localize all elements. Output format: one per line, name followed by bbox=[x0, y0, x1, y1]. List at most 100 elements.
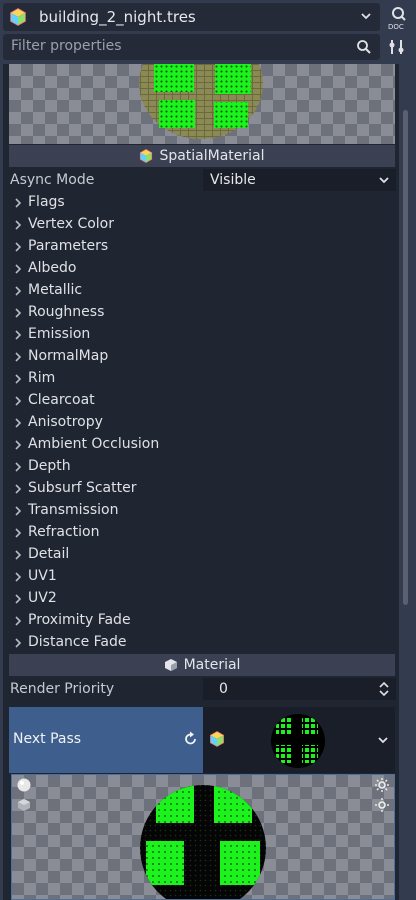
material-section-header: Material bbox=[9, 654, 395, 676]
chevron-right-icon bbox=[15, 594, 22, 604]
group-label: Clearcoat bbox=[28, 392, 95, 408]
group-transmission[interactable]: Transmission bbox=[3, 500, 399, 522]
section-title: Material bbox=[183, 657, 241, 673]
material-cube-icon bbox=[140, 149, 153, 163]
group-subsurf-scatter[interactable]: Subsurf Scatter bbox=[3, 478, 399, 500]
group-normalmap[interactable]: NormalMap bbox=[3, 346, 399, 368]
group-vertex-color[interactable]: Vertex Color bbox=[3, 214, 399, 236]
cube-shape-icon[interactable] bbox=[16, 797, 32, 813]
sphere-preview-image bbox=[139, 64, 263, 139]
async-mode-select[interactable]: Visible bbox=[203, 169, 396, 191]
resource-selector[interactable]: building_2_night.tres bbox=[3, 3, 380, 31]
async-mode-row: Async Mode Visible bbox=[3, 169, 399, 191]
chevron-down-icon bbox=[378, 737, 388, 744]
chevron-right-icon bbox=[15, 616, 22, 626]
next-pass-label-cell: Next Pass bbox=[9, 707, 203, 773]
tools-icon[interactable] bbox=[388, 38, 406, 56]
chevron-right-icon bbox=[15, 220, 22, 230]
light-2-toggle-icon[interactable] bbox=[374, 797, 390, 813]
chevron-right-icon bbox=[15, 286, 22, 296]
group-uv2[interactable]: UV2 bbox=[3, 588, 399, 610]
group-flags[interactable]: Flags bbox=[3, 192, 399, 214]
group-label: UV2 bbox=[28, 590, 57, 606]
next-pass-label: Next Pass bbox=[13, 731, 82, 747]
group-parameters[interactable]: Parameters bbox=[3, 236, 399, 258]
render-priority-label: Render Priority bbox=[10, 681, 115, 697]
chevron-right-icon bbox=[15, 550, 22, 560]
chevron-right-icon bbox=[15, 308, 22, 318]
group-refraction[interactable]: Refraction bbox=[3, 522, 399, 544]
revert-icon[interactable] bbox=[183, 731, 199, 747]
group-label: Metallic bbox=[28, 282, 83, 298]
group-label: Subsurf Scatter bbox=[28, 480, 137, 496]
chevron-right-icon bbox=[15, 440, 22, 450]
group-uv1[interactable]: UV1 bbox=[3, 566, 399, 588]
group-label: Detail bbox=[28, 546, 70, 562]
group-metallic[interactable]: Metallic bbox=[3, 280, 399, 302]
search-icon bbox=[357, 40, 371, 54]
chevron-right-icon bbox=[15, 506, 22, 516]
chevron-right-icon bbox=[15, 638, 22, 648]
material-cube-icon bbox=[10, 8, 26, 26]
spatialmaterial-section-header: SpatialMaterial bbox=[9, 145, 395, 167]
chevron-right-icon bbox=[15, 572, 22, 582]
chevron-right-icon bbox=[15, 352, 22, 362]
chevron-right-icon bbox=[15, 242, 22, 252]
group-albedo[interactable]: Albedo bbox=[3, 258, 399, 280]
next-pass-thumbnail bbox=[271, 714, 325, 768]
group-label: Transmission bbox=[28, 502, 119, 518]
doc-help-icon[interactable]: DOC bbox=[386, 5, 410, 31]
material-cube-icon bbox=[210, 731, 224, 747]
sphere-shape-icon[interactable] bbox=[16, 777, 32, 793]
inspector-toolbar: building_2_night.tres DOC Filter propert… bbox=[0, 0, 416, 64]
scrollbar-thumb[interactable] bbox=[403, 110, 408, 605]
chevron-right-icon bbox=[15, 374, 22, 384]
chevron-right-icon bbox=[15, 330, 22, 340]
material-preview-top bbox=[9, 64, 395, 144]
chevron-right-icon bbox=[15, 484, 22, 494]
async-mode-value: Visible bbox=[210, 172, 256, 188]
chevron-right-icon bbox=[15, 528, 22, 538]
group-proximity-fade[interactable]: Proximity Fade bbox=[3, 610, 399, 632]
material-icon bbox=[164, 659, 177, 671]
group-emission[interactable]: Emission bbox=[3, 324, 399, 346]
group-label: Proximity Fade bbox=[28, 612, 131, 628]
inspector-panel: SpatialMaterial Async Mode Visible Flags… bbox=[3, 64, 399, 900]
chevron-down-icon bbox=[361, 13, 371, 20]
group-label: Anisotropy bbox=[28, 414, 103, 430]
chevron-right-icon bbox=[15, 396, 22, 406]
group-label: NormalMap bbox=[28, 348, 109, 364]
group-depth[interactable]: Depth bbox=[3, 456, 399, 478]
filter-placeholder: Filter properties bbox=[11, 38, 122, 54]
group-label: Emission bbox=[28, 326, 91, 342]
group-label: Vertex Color bbox=[28, 216, 115, 232]
group-rim[interactable]: Rim bbox=[3, 368, 399, 390]
light-toggle-icon[interactable] bbox=[374, 777, 390, 793]
render-priority-row: Render Priority 0 bbox=[3, 678, 399, 700]
svg-text:DOC: DOC bbox=[388, 23, 404, 31]
group-label: Parameters bbox=[28, 238, 109, 254]
group-ambient-occlusion[interactable]: Ambient Occlusion bbox=[3, 434, 399, 456]
render-priority-value: 0 bbox=[219, 681, 228, 697]
filter-properties-input[interactable]: Filter properties bbox=[3, 34, 380, 60]
group-detail[interactable]: Detail bbox=[3, 544, 399, 566]
chevron-right-icon bbox=[15, 264, 22, 274]
material-preview-large bbox=[11, 774, 395, 900]
next-pass-resource-picker[interactable] bbox=[203, 707, 395, 773]
spin-updown-icon[interactable] bbox=[376, 681, 392, 697]
sphere-preview-large-image bbox=[140, 785, 266, 899]
group-roughness[interactable]: Roughness bbox=[3, 302, 399, 324]
chevron-right-icon bbox=[15, 198, 22, 208]
chevron-down-icon bbox=[379, 177, 389, 184]
render-priority-spinbox[interactable]: 0 bbox=[203, 678, 396, 700]
group-label: Flags bbox=[28, 194, 65, 210]
chevron-right-icon bbox=[15, 462, 22, 472]
section-title: SpatialMaterial bbox=[159, 148, 265, 164]
next-pass-row: Next Pass bbox=[9, 707, 395, 773]
group-clearcoat[interactable]: Clearcoat bbox=[3, 390, 399, 412]
group-label: Rim bbox=[28, 370, 56, 386]
group-label: Albedo bbox=[28, 260, 77, 276]
group-anisotropy[interactable]: Anisotropy bbox=[3, 412, 399, 434]
group-label: Distance Fade bbox=[28, 634, 127, 650]
group-distance-fade[interactable]: Distance Fade bbox=[3, 632, 399, 654]
